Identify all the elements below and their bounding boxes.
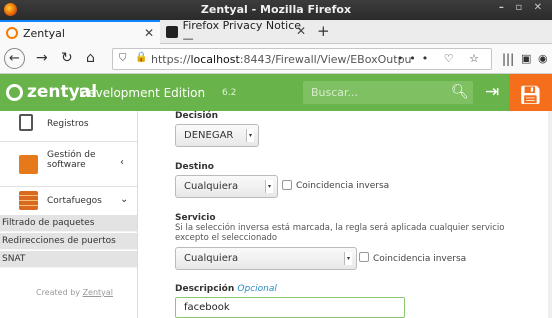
version-label: 6.2 bbox=[222, 88, 237, 98]
servicio-inverse-checkbox[interactable] bbox=[359, 252, 369, 262]
back-arrow-icon[interactable]: ← bbox=[4, 48, 25, 69]
destino-label: Destino bbox=[175, 162, 214, 172]
url-bar[interactable]: ⛉ 🔒 https://localhost:8443/Firewall/View… bbox=[112, 48, 492, 70]
decision-select[interactable]: DENEGAR ▾ bbox=[175, 124, 259, 147]
sidebar-item-gestion-software[interactable]: Gestión de software ‹ bbox=[0, 142, 137, 186]
chevron-down-icon: ⌄ bbox=[120, 194, 129, 205]
lock-warning-icon[interactable]: 🔒 bbox=[135, 52, 147, 63]
library-icon[interactable]: ||| bbox=[502, 52, 514, 66]
sidebar-subitem-redirecciones[interactable]: Redirecciones de puertos bbox=[0, 233, 137, 250]
shield-icon[interactable]: ⛉ bbox=[119, 53, 127, 64]
tab-label: Zentyal bbox=[23, 26, 65, 40]
servicio-inverse-label: Coincidencia inversa bbox=[373, 254, 467, 264]
zentyal-link[interactable]: Zentyal bbox=[83, 288, 113, 297]
created-by: Created by Zentyal bbox=[36, 288, 114, 297]
account-icon[interactable]: ◉ bbox=[538, 52, 548, 65]
new-tab-icon[interactable]: + bbox=[317, 22, 330, 40]
page-actions-icon[interactable]: ••• ♡ ☆ bbox=[397, 52, 485, 65]
chevron-down-icon: ▾ bbox=[265, 180, 273, 193]
save-icon: 💾︎ bbox=[519, 85, 542, 106]
sidebar-item-cortafuegos[interactable]: Cortafuegos ⌄ bbox=[0, 187, 137, 215]
sidebar-item-registros[interactable]: Registros bbox=[0, 111, 137, 141]
destino-inverse-checkbox[interactable] bbox=[282, 180, 292, 190]
logout-icon[interactable]: ⇥ bbox=[485, 82, 499, 102]
navigation-bar: ← → ↻ ⌂ ⛉ 🔒 https://localhost:8443/Firew… bbox=[0, 44, 552, 74]
search-input[interactable]: Buscar... bbox=[303, 81, 473, 104]
sidebar-subitem-snat[interactable]: SNAT bbox=[0, 251, 137, 268]
window-title: Zentyal - Mozilla Firefox bbox=[200, 3, 352, 16]
window-titlebar: Zentyal - Mozilla Firefox – ▫ ✕ bbox=[0, 0, 552, 20]
home-icon[interactable]: ⌂ bbox=[86, 50, 95, 66]
chevron-down-icon: ▾ bbox=[246, 129, 254, 142]
window-controls[interactable]: – ▫ ✕ bbox=[499, 2, 546, 13]
chevron-down-icon: ▾ bbox=[344, 252, 352, 265]
optional-tag: Opcional bbox=[237, 284, 277, 294]
zentyal-header: zentyal Development Edition 6.2 Buscar..… bbox=[0, 74, 552, 111]
reload-icon[interactable]: ↻ bbox=[61, 50, 73, 66]
scrollbar[interactable] bbox=[548, 111, 552, 318]
close-icon[interactable]: ✕ bbox=[296, 24, 306, 38]
sidebar-toggle-icon[interactable]: ▣ bbox=[521, 52, 531, 65]
chevron-left-icon: ‹ bbox=[120, 157, 124, 168]
sidebar: Registros Gestión de software ‹ Cortafue… bbox=[0, 111, 138, 318]
forward-arrow-icon[interactable]: → bbox=[36, 50, 48, 66]
destino-inverse-label: Coincidencia inversa bbox=[296, 181, 390, 191]
zentyal-logo-icon bbox=[6, 83, 23, 101]
zentyal-favicon-icon bbox=[6, 27, 18, 39]
url-text: https://localhost:8443/Firewall/View/EBo… bbox=[151, 52, 411, 66]
servicio-select[interactable]: Cualquiera ▾ bbox=[175, 247, 357, 270]
tab-zentyal[interactable]: Zentyal ✕ bbox=[0, 20, 160, 44]
close-icon[interactable]: ✕ bbox=[144, 26, 154, 40]
edition-label: Development Edition bbox=[79, 86, 206, 100]
tab-label: Firefox Privacy Notice — bbox=[182, 19, 302, 45]
decision-label: Decisión bbox=[175, 111, 219, 121]
servicio-help-text: Si la selección inversa está marcada, la… bbox=[175, 223, 505, 243]
sidebar-subitem-filtrado[interactable]: Filtrado de paquetes bbox=[0, 215, 137, 232]
log-document-icon bbox=[19, 114, 33, 131]
mozilla-favicon-icon bbox=[166, 26, 178, 38]
descripcion-input[interactable]: facebook bbox=[175, 297, 405, 318]
tab-firefox-privacy[interactable]: Firefox Privacy Notice — ✕ bbox=[160, 19, 312, 45]
firewall-brick-icon bbox=[19, 191, 38, 210]
destino-select[interactable]: Cualquiera ▾ bbox=[175, 175, 278, 198]
descripcion-label: Descripción Opcional bbox=[175, 284, 277, 294]
servicio-label: Servicio bbox=[175, 213, 216, 223]
tab-bar: Zentyal ✕ Firefox Privacy Notice — ✕ + bbox=[0, 19, 552, 45]
software-package-icon bbox=[19, 155, 38, 174]
search-icon[interactable]: 🔍︎ bbox=[451, 84, 469, 100]
